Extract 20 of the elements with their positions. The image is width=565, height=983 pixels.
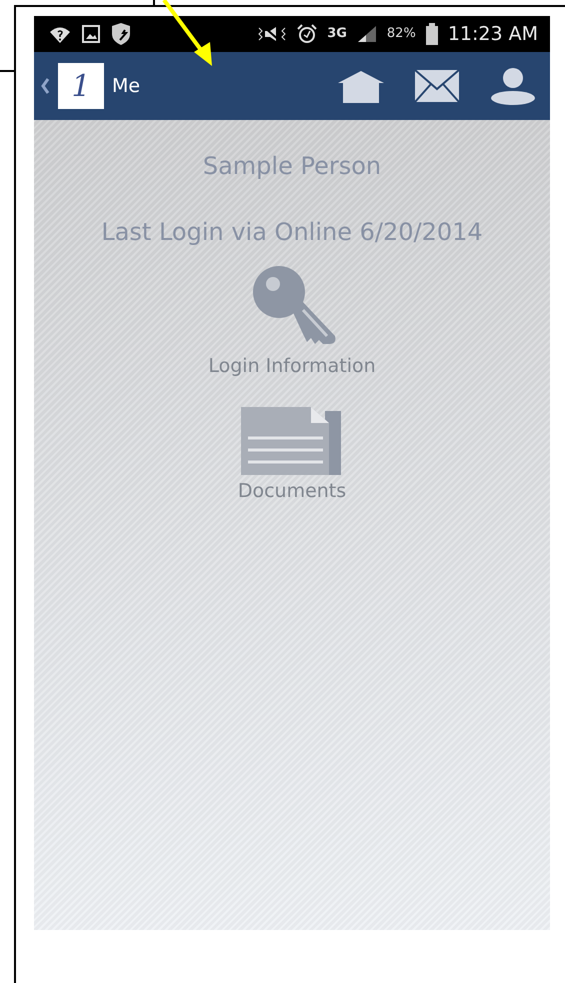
home-icon[interactable] [338,69,384,103]
battery-percent: 82% [386,25,416,44]
documents-label[interactable]: Documents [238,476,346,505]
app-logo: 1 [58,63,104,109]
battery-icon [426,23,438,45]
vibrate-mute-icon [257,25,288,43]
alarm-icon [297,24,318,44]
nav-title: Me [112,74,140,99]
shield-icon [110,23,132,45]
profile-name: Sample Person [202,151,382,182]
signal-icon [356,25,377,43]
image-icon [82,25,100,43]
status-time: 11:23 AM [448,22,538,47]
profile-icon[interactable] [490,67,536,105]
last-login-text: Last Login via Online 6/20/2014 [101,217,483,248]
back-icon[interactable] [40,77,50,95]
annotation-arrow [162,0,212,66]
mail-icon[interactable] [414,69,460,103]
login-information-label[interactable]: Login Information [208,352,376,380]
network-label: 3G [327,25,347,44]
